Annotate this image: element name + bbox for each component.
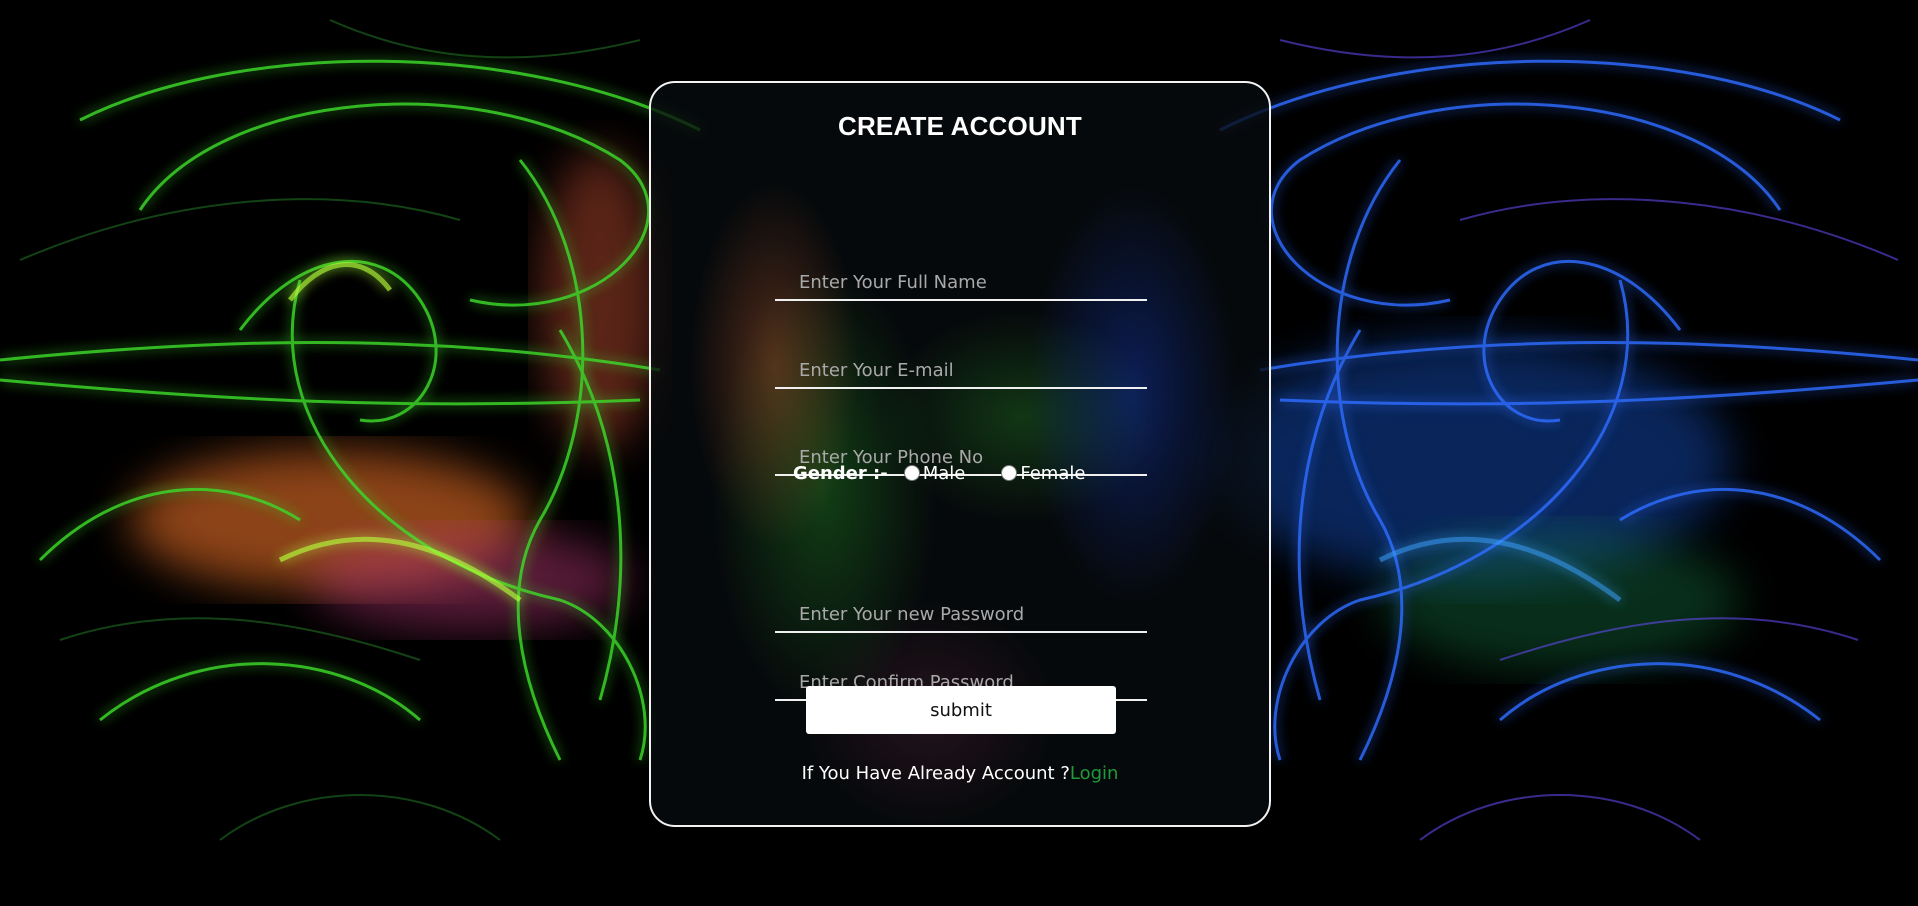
login-link[interactable]: Login (1070, 763, 1119, 784)
gender-option-female[interactable]: Female (1001, 463, 1085, 484)
login-prompt-text: If You Have Already Account ? (801, 763, 1070, 784)
male-label: Male (922, 462, 966, 484)
full-name-input[interactable] (775, 265, 1147, 301)
gender-group: Gender :- Male Female (793, 459, 1085, 487)
create-account-card: CREATE ACCOUNT Gender :- Male Female sub… (649, 81, 1271, 827)
female-label: Female (1020, 462, 1086, 484)
submit-button[interactable]: submit (806, 686, 1116, 734)
female-radio[interactable] (1001, 465, 1018, 481)
new-password-input[interactable] (775, 597, 1147, 633)
gender-label: Gender :- (793, 462, 888, 484)
login-prompt-row: If You Have Already Account ?Login (651, 763, 1269, 784)
form-title: CREATE ACCOUNT (837, 111, 1082, 141)
email-input[interactable] (775, 353, 1147, 389)
male-radio[interactable] (903, 465, 920, 481)
gender-option-male[interactable]: Male (903, 462, 966, 484)
